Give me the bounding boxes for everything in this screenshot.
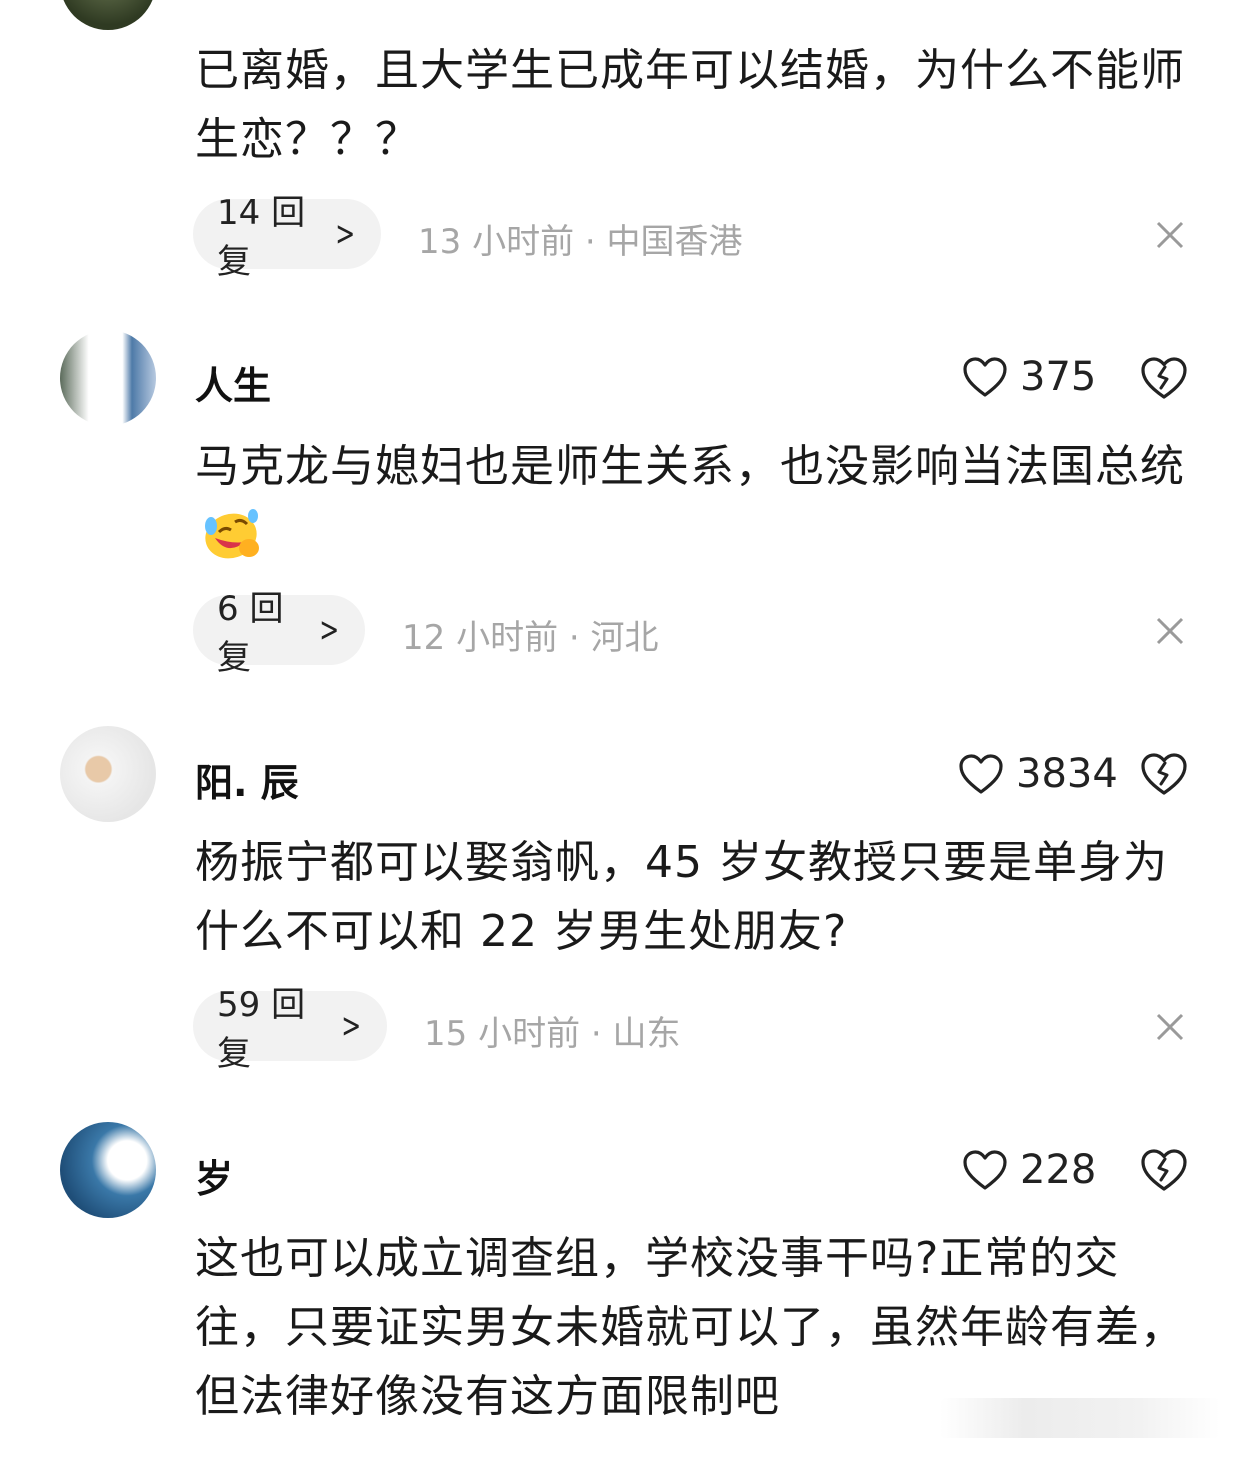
broken-heart-icon[interactable] xyxy=(1139,355,1189,401)
reply-button[interactable]: 59 回复 > xyxy=(193,985,387,1074)
chevron-right-icon: > xyxy=(334,214,355,254)
like-button[interactable]: 375 xyxy=(962,356,1096,398)
like-count: 375 xyxy=(1020,354,1097,400)
watermark xyxy=(940,1398,1220,1438)
heart-outline-icon xyxy=(963,357,1007,397)
username[interactable]: 岁 xyxy=(195,1148,233,1203)
like-count: 3834 xyxy=(1016,751,1118,797)
close-icon[interactable] xyxy=(1152,1009,1188,1045)
reply-button[interactable]: 6 回复 > xyxy=(193,589,365,678)
close-icon[interactable] xyxy=(1152,217,1188,253)
avatar[interactable] xyxy=(60,1122,156,1218)
username[interactable]: 阳. 辰 xyxy=(195,752,299,807)
broken-heart-icon[interactable] xyxy=(1139,1147,1189,1193)
reply-label: 59 回复 xyxy=(217,985,306,1074)
rofl-emoji-icon xyxy=(205,509,259,559)
comment-meta: 13 小时前 · 中国香港 xyxy=(418,222,743,262)
comment-text-content: 马克龙与媳妇也是师生关系，也没影响当法国总统 xyxy=(195,441,1185,492)
broken-heart-icon[interactable] xyxy=(1139,751,1189,797)
chevron-right-icon: > xyxy=(318,610,339,650)
avatar[interactable] xyxy=(60,0,156,30)
comment-text: 杨振宁都可以娶翁帆，45 岁女教授只要是单身为什么不可以和 22 岁男生处朋友? xyxy=(195,837,1168,957)
like-count: 228 xyxy=(1020,1147,1097,1193)
comment-text: 已离婚，且大学生已成年可以结婚，为什么不能师生恋？？？ xyxy=(195,45,1185,165)
heart-outline-icon xyxy=(959,754,1003,794)
like-button[interactable]: 228 xyxy=(962,1149,1096,1191)
reply-button[interactable]: 14 回复 > xyxy=(193,193,381,282)
heart-outline-icon xyxy=(963,1150,1007,1190)
comment-text: 马克龙与媳妇也是师生关系，也没影响当法国总统 xyxy=(195,432,1195,570)
comment-meta: 15 小时前 · 山东 xyxy=(424,1014,681,1054)
avatar[interactable] xyxy=(60,726,156,822)
username[interactable]: 人生 xyxy=(195,355,271,410)
reply-label: 14 回复 xyxy=(217,193,306,282)
comment-meta: 12 小时前 · 河北 xyxy=(402,618,659,658)
like-button[interactable]: 3834 xyxy=(958,753,1118,795)
avatar[interactable] xyxy=(60,330,156,426)
close-icon[interactable] xyxy=(1152,613,1188,649)
reply-label: 6 回复 xyxy=(217,589,284,678)
chevron-right-icon: > xyxy=(340,1006,361,1046)
